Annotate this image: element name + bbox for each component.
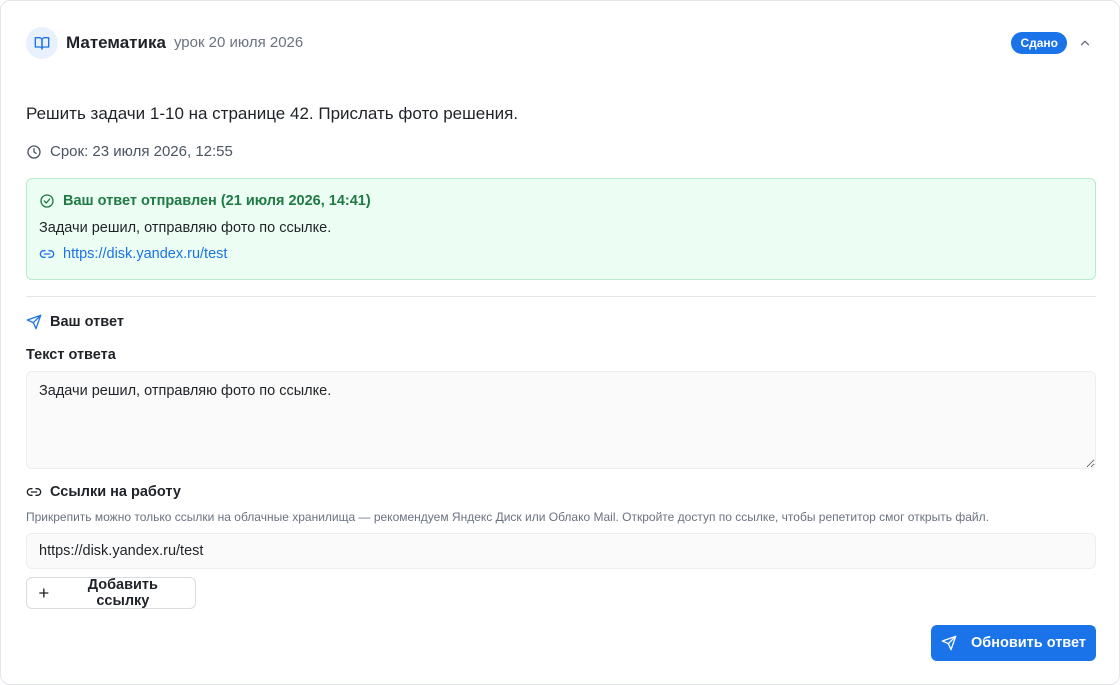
answer-textarea[interactable]: Задачи решил, отправляю фото по ссылке. [26, 371, 1096, 469]
submitted-answer-box: Ваш ответ отправлен (21 июля 2026, 14:41… [26, 178, 1096, 280]
answer-section-title-text: Ваш ответ [50, 314, 124, 330]
deadline-text: Срок: 23 июля 2026, 12:55 [50, 143, 233, 160]
submitted-title-text: Ваш ответ отправлен (21 июля 2026, 14:41… [63, 193, 371, 209]
add-link-button[interactable]: Добавить ссылку [26, 577, 196, 609]
link-icon [26, 488, 42, 496]
links-hint: Прикрепить можно только ссылки на облачн… [26, 510, 989, 524]
answer-section-title: Ваш ответ [26, 314, 124, 330]
check-circle-icon [40, 194, 54, 208]
send-icon [26, 314, 42, 330]
status-badge: Сдано [1011, 31, 1067, 54]
submitted-link-text: https://disk.yandex.ru/test [63, 246, 228, 262]
task-description: Решить задачи 1-10 на странице 42. Присл… [26, 104, 519, 123]
links-title-text: Ссылки на работу [50, 484, 181, 500]
homework-card: Математика урок 20 июля 2026 Сдано Решит… [0, 0, 1120, 685]
update-answer-label: Обновить ответ [970, 635, 1087, 651]
send-icon [941, 635, 957, 651]
collapse-button[interactable] [1075, 33, 1095, 53]
submitted-link[interactable]: https://disk.yandex.ru/test [39, 246, 1083, 262]
divider [26, 296, 1096, 297]
submitted-title: Ваш ответ отправлен (21 июля 2026, 14:41… [39, 193, 1083, 209]
link-input[interactable] [26, 533, 1096, 569]
book-open-icon [26, 26, 58, 59]
add-link-label: Добавить ссылку [87, 577, 158, 609]
plus-icon [39, 588, 49, 598]
subject-title: Математика [66, 32, 166, 52]
lesson-date: урок 20 июля 2026 [173, 34, 304, 51]
links-title: Ссылки на работу [26, 484, 181, 500]
link-icon [39, 250, 55, 258]
answer-text-label: Текст ответа [26, 347, 116, 363]
deadline: Срок: 23 июля 2026, 12:55 [26, 143, 233, 160]
card-header[interactable]: Математика урок 20 июля 2026 Сдано [26, 26, 1095, 59]
chevron-up-icon [1080, 40, 1090, 45]
clock-icon [27, 144, 41, 159]
update-answer-button[interactable]: Обновить ответ [931, 625, 1096, 661]
submitted-text: Задачи решил, отправляю фото по ссылке. [39, 220, 332, 236]
